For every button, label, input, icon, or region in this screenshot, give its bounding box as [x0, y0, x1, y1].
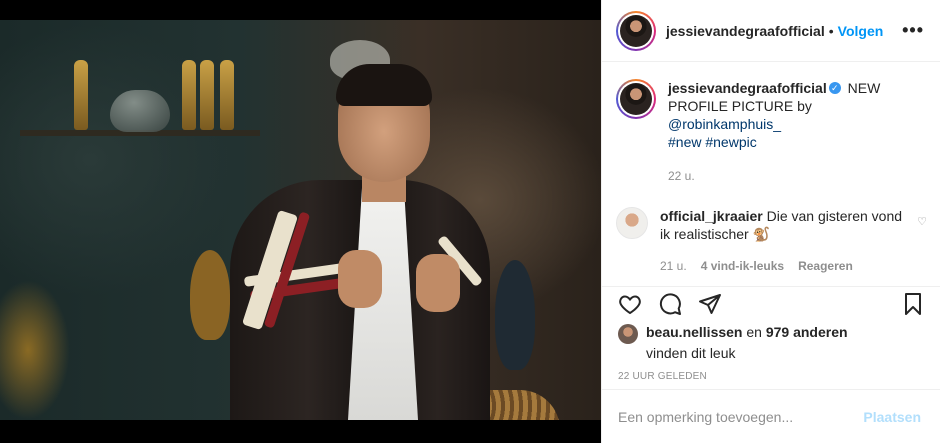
- comment-username[interactable]: official_jkraaier: [660, 208, 763, 224]
- comment-reply-button[interactable]: Reageren: [798, 257, 853, 275]
- header-username[interactable]: jessievandegraafofficial: [666, 23, 825, 39]
- more-options-icon[interactable]: •••: [902, 20, 924, 41]
- likes-line2: vinden dit leuk: [646, 345, 736, 361]
- comment-time[interactable]: 21 u.: [660, 257, 687, 275]
- comment-meta: 21 u. 4 vind-ik-leuks Reageren: [660, 257, 909, 275]
- photo-hair: [336, 64, 432, 106]
- header-avatar[interactable]: [616, 10, 656, 51]
- photo-gold-statue: [74, 60, 88, 130]
- post-timestamp[interactable]: 22 uur geleden: [618, 371, 925, 382]
- comment-icon[interactable]: [658, 292, 682, 316]
- follow-button[interactable]: Volgen: [838, 23, 884, 39]
- caption-comment: jessievandegraafofficial ✓ NEW PROFILE PI…: [616, 79, 927, 185]
- photo-dark-parrot: [495, 260, 535, 370]
- add-comment-bar: Plaatsen: [602, 389, 940, 443]
- likes-avatar[interactable]: [618, 324, 638, 344]
- caption-meta: 22 u.: [668, 167, 927, 185]
- comment-likes-count[interactable]: 4 vind-ik-leuks: [701, 257, 784, 275]
- action-bar: [618, 289, 925, 319]
- comment-like-heart-icon[interactable]: ♡: [917, 215, 927, 228]
- caption-username[interactable]: jessievandegraafofficial: [668, 80, 827, 96]
- photo-gold-statue: [182, 60, 196, 130]
- caption-avatar[interactable]: [616, 79, 656, 119]
- caption-body: jessievandegraafofficial ✓ NEW PROFILE PI…: [668, 79, 927, 185]
- post-header: jessievandegraafofficial • Volgen •••: [602, 0, 940, 62]
- avatar-inner: [618, 81, 654, 117]
- photo-hand-left: [338, 250, 382, 308]
- photo-glass-bowl: [110, 90, 170, 132]
- avatar-image: [620, 83, 652, 115]
- caption-mention-link[interactable]: @robinkamphuis_: [668, 116, 781, 132]
- comment-item: official_jkraaier Die van gisteren vond …: [616, 207, 927, 275]
- verified-badge-icon: ✓: [828, 82, 841, 95]
- photo-hand-right: [416, 254, 460, 312]
- comment-avatar[interactable]: [616, 207, 648, 239]
- avatar-inner: [618, 12, 654, 49]
- photo-gold-branch: [0, 280, 70, 420]
- paper-plane-icon[interactable]: [698, 292, 722, 316]
- comment-input[interactable]: [618, 408, 864, 425]
- likes-connector: en: [742, 324, 766, 340]
- likes-summary: beau.nellissen en 979 anderen: [618, 323, 925, 344]
- post-photo[interactable]: [0, 20, 601, 420]
- likes-user-link[interactable]: beau.nellissen: [646, 324, 742, 340]
- comments-section: jessievandegraafofficial ✓ NEW PROFILE PI…: [602, 63, 940, 285]
- post-comment-button[interactable]: Plaatsen: [863, 409, 921, 425]
- avatar-image: [620, 14, 652, 47]
- post-actions-section: beau.nellissen en 979 anderen vinden dit…: [602, 286, 940, 382]
- header-separator: •: [828, 22, 834, 39]
- heart-icon[interactable]: [618, 292, 642, 316]
- photo-gold-statue: [200, 60, 214, 130]
- likes-text: beau.nellissen en 979 anderen: [646, 323, 848, 341]
- caption-time[interactable]: 22 u.: [668, 167, 695, 185]
- bookmark-icon[interactable]: [901, 292, 925, 316]
- post-media-area: [0, 0, 601, 443]
- likes-count-link[interactable]: 979 anderen: [766, 324, 848, 340]
- photo-person: [220, 60, 500, 420]
- caption-hashtags[interactable]: #new #newpic: [668, 134, 757, 150]
- post-side-panel: jessievandegraafofficial • Volgen ••• je…: [601, 0, 940, 443]
- comment-body: official_jkraaier Die van gisteren vond …: [660, 207, 909, 275]
